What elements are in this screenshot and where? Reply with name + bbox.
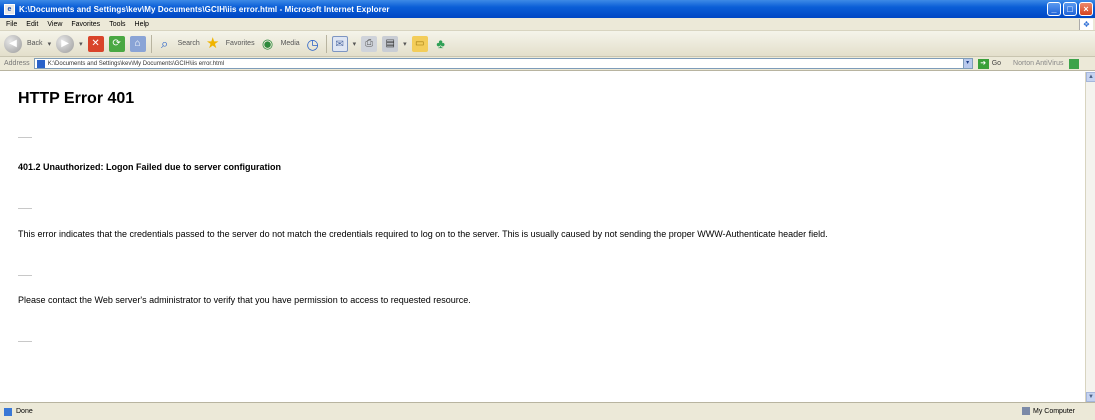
horizontal-rule <box>18 341 32 342</box>
windows-logo-icon: ❖ <box>1079 19 1093 30</box>
back-dropdown-icon[interactable]: ▾ <box>48 40 52 48</box>
menu-favorites[interactable]: Favorites <box>71 21 100 28</box>
address-dropdown-icon[interactable]: ▾ <box>962 58 973 69</box>
menu-help[interactable]: Help <box>135 21 149 28</box>
window-controls: _ □ × <box>1047 2 1093 16</box>
messenger-icon[interactable]: ♣ <box>433 36 449 52</box>
address-input[interactable]: K:\Documents and Settings\kev\My Documen… <box>33 58 964 69</box>
menu-edit[interactable]: Edit <box>26 21 38 28</box>
menu-file[interactable]: File <box>6 21 17 28</box>
go-button[interactable]: ➜ Go <box>977 58 1002 69</box>
error-title: HTTP Error 401 <box>18 90 135 107</box>
forward-arrow-icon[interactable]: ▶ <box>56 34 75 53</box>
mail-icon[interactable]: ✉ <box>331 35 348 52</box>
toolbar-separator <box>325 34 327 53</box>
go-button-label: Go <box>991 60 1002 67</box>
scroll-down-icon[interactable]: ▼ <box>1086 392 1095 402</box>
status-text: Done <box>16 408 33 415</box>
maximize-button[interactable]: □ <box>1063 2 1077 16</box>
horizontal-rule <box>18 275 32 276</box>
minimize-button[interactable]: _ <box>1047 2 1061 16</box>
my-computer-icon <box>1021 407 1030 415</box>
standard-toolbar: ◀ Back ▾ ▶ ▾ ✕ ⟳ ⌂ ⌕ Search ★ Favorites … <box>0 31 1095 57</box>
address-label: Address <box>4 60 30 67</box>
close-button[interactable]: × <box>1079 2 1093 16</box>
back-arrow-icon[interactable]: ◀ <box>4 34 22 53</box>
error-contact-text: Please contact the Web server's administ… <box>18 295 471 305</box>
media-icon[interactable]: ◉ <box>260 36 276 52</box>
address-url: K:\Documents and Settings\kev\My Documen… <box>47 60 225 67</box>
error-subtitle: 401.2 Unauthorized: Logon Failed due to … <box>18 162 282 172</box>
folder-icon[interactable]: ▭ <box>411 35 428 52</box>
vertical-scrollbar[interactable]: ▲ ▼ <box>1085 72 1095 402</box>
horizontal-rule <box>18 208 32 209</box>
go-arrow-icon: ➜ <box>977 58 989 69</box>
edit-dropdown-icon[interactable]: ▾ <box>403 40 407 48</box>
zone-label: My Computer <box>1032 407 1075 415</box>
mail-dropdown-icon[interactable]: ▾ <box>353 40 357 48</box>
window-titlebar[interactable]: e K:\Documents and Settings\kev\My Docum… <box>0 0 1095 18</box>
print-icon[interactable]: ⎙ <box>361 35 378 52</box>
edit-icon[interactable]: ▤ <box>382 35 399 52</box>
refresh-icon[interactable]: ⟳ <box>108 35 125 52</box>
search-button-label[interactable]: Search <box>178 40 200 47</box>
security-zone: My Computer <box>1021 407 1075 415</box>
norton-antivirus-icon[interactable] <box>1069 58 1080 69</box>
horizontal-rule <box>18 137 32 138</box>
toolbar-separator <box>150 34 152 53</box>
window-title: K:\Documents and Settings\kev\My Documen… <box>19 4 390 14</box>
address-bar: Address K:\Documents and Settings\kev\My… <box>0 57 1095 71</box>
stop-icon[interactable]: ✕ <box>87 35 104 52</box>
scroll-up-icon[interactable]: ▲ <box>1086 72 1095 82</box>
home-icon[interactable]: ⌂ <box>129 35 146 52</box>
error-description: This error indicates that the credential… <box>18 229 828 239</box>
menu-view[interactable]: View <box>47 21 62 28</box>
forward-dropdown-icon[interactable]: ▾ <box>79 40 83 48</box>
menu-bar: File Edit View Favorites Tools Help ❖ <box>0 18 1095 31</box>
search-icon[interactable]: ⌕ <box>157 36 173 52</box>
page-icon <box>36 59 45 68</box>
status-bar: Done My Computer <box>0 402 1095 420</box>
back-button-label[interactable]: Back <box>27 40 43 47</box>
history-icon[interactable]: ◷ <box>305 36 321 52</box>
page-done-icon <box>4 407 12 416</box>
norton-antivirus-label[interactable]: Norton AntiVirus <box>1013 60 1063 67</box>
ie-app-icon: e <box>4 3 15 15</box>
favorites-button-label[interactable]: Favorites <box>226 40 255 47</box>
media-button-label[interactable]: Media <box>281 40 300 47</box>
favorites-star-icon[interactable]: ★ <box>205 35 221 52</box>
menu-tools[interactable]: Tools <box>109 21 125 28</box>
